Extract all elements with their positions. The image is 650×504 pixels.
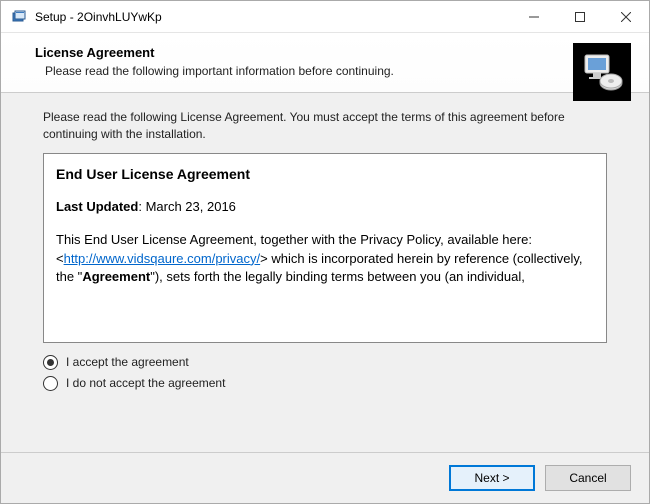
radio-accept[interactable]: I accept the agreement: [43, 355, 607, 370]
eula-updated-value: : March 23, 2016: [138, 199, 236, 214]
maximize-button[interactable]: [557, 1, 603, 32]
eula-agreement-word: Agreement: [82, 269, 150, 284]
cancel-button-label: Cancel: [569, 471, 606, 485]
eula-title: End User License Agreement: [56, 164, 594, 184]
installer-window: Setup - 2OinvhLUYwKp License Agreement P…: [0, 0, 650, 504]
page-subtitle: Please read the following important info…: [45, 64, 629, 78]
wizard-header: License Agreement Please read the follow…: [1, 33, 649, 93]
eula-textbox[interactable]: End User License Agreement Last Updated:…: [43, 153, 607, 343]
close-button[interactable]: [603, 1, 649, 32]
cancel-button[interactable]: Cancel: [545, 465, 631, 491]
wizard-content: Please read the following License Agreem…: [1, 93, 649, 452]
installer-icon: [573, 43, 631, 101]
accept-radio-group: I accept the agreement I do not accept t…: [43, 355, 607, 397]
radio-decline[interactable]: I do not accept the agreement: [43, 376, 607, 391]
instruction-text: Please read the following License Agreem…: [43, 109, 607, 143]
privacy-link[interactable]: http://www.vidsqaure.com/privacy/: [64, 251, 261, 266]
app-icon: [11, 9, 27, 25]
window-controls: [511, 1, 649, 32]
window-title: Setup - 2OinvhLUYwKp: [35, 10, 511, 24]
minimize-button[interactable]: [511, 1, 557, 32]
eula-body-post2: "), sets forth the legally binding terms…: [150, 269, 525, 284]
titlebar: Setup - 2OinvhLUYwKp: [1, 1, 649, 33]
page-title: License Agreement: [35, 45, 629, 60]
radio-decline-indicator: [43, 376, 58, 391]
eula-updated: Last Updated: March 23, 2016: [56, 198, 594, 217]
radio-accept-indicator: [43, 355, 58, 370]
eula-body: This End User License Agreement, togethe…: [56, 231, 594, 288]
eula-updated-label: Last Updated: [56, 199, 138, 214]
next-button-label: Next >: [474, 471, 509, 485]
radio-accept-label: I accept the agreement: [66, 355, 189, 369]
next-button[interactable]: Next >: [449, 465, 535, 491]
radio-decline-label: I do not accept the agreement: [66, 376, 225, 390]
wizard-footer: Next > Cancel: [1, 452, 649, 503]
